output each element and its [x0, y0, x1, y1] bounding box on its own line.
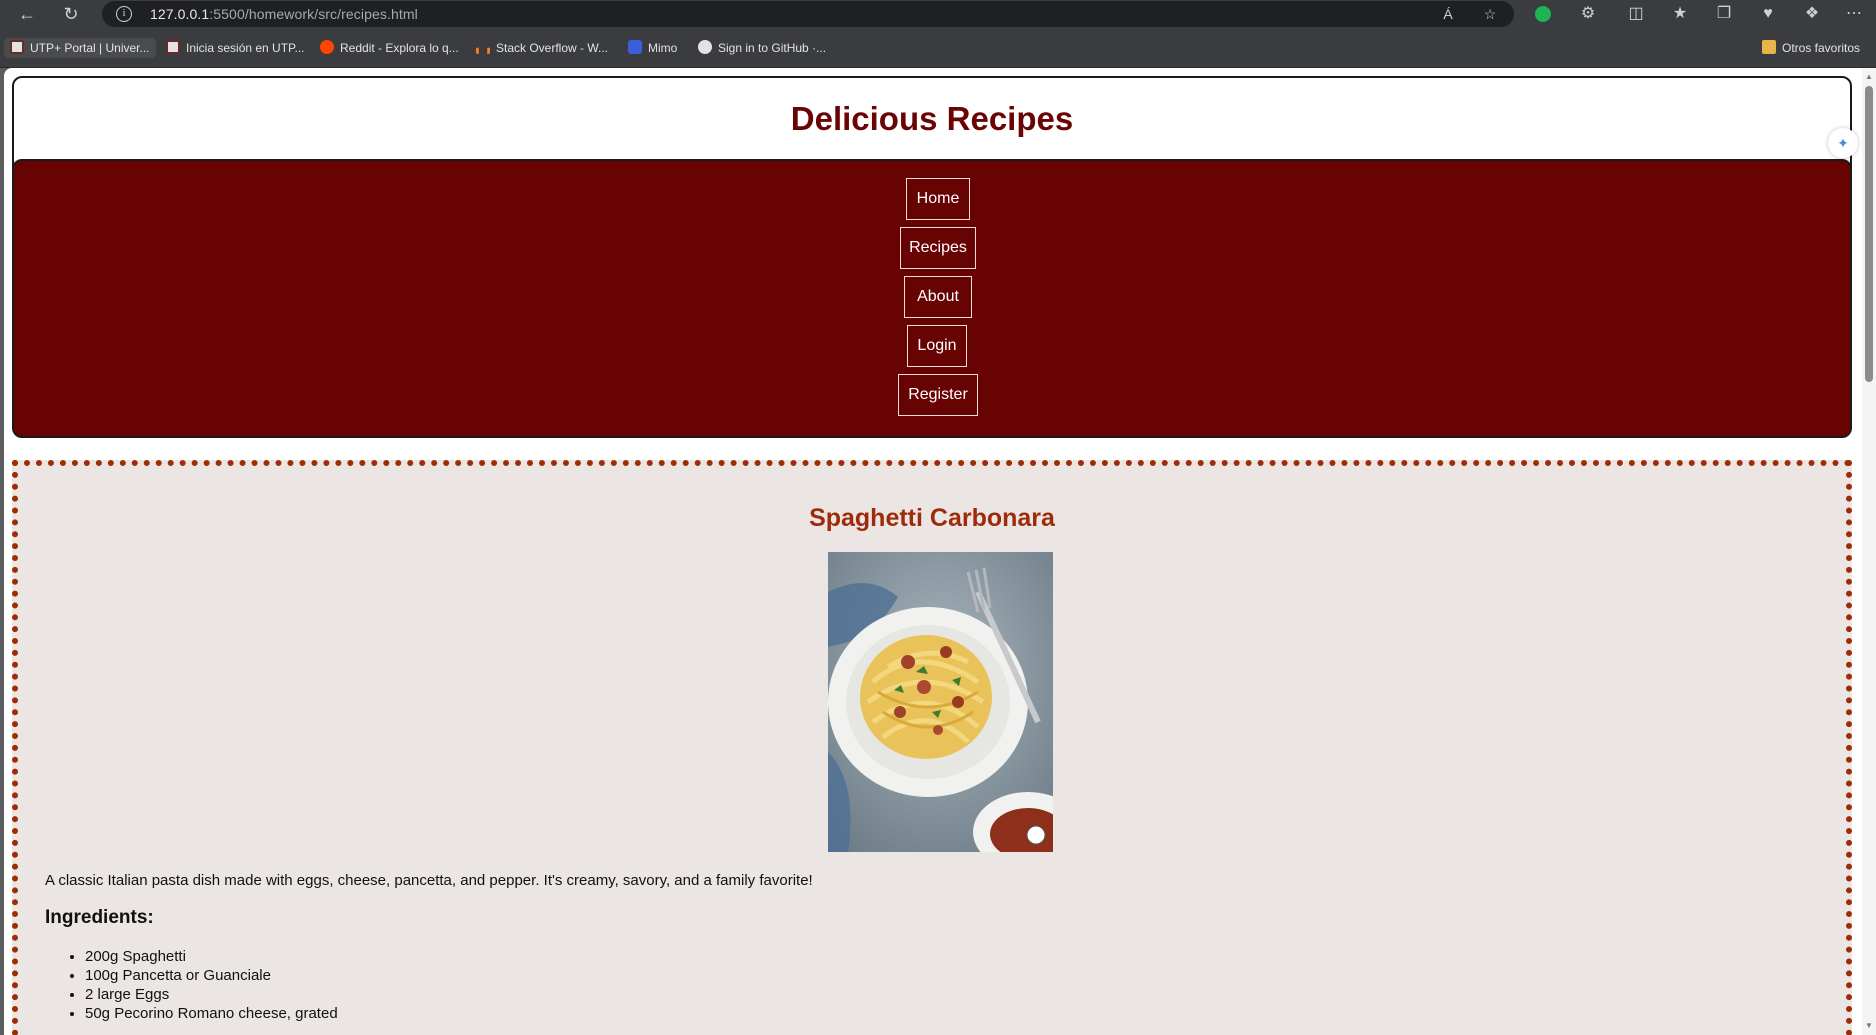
nav-register[interactable]: Register: [898, 374, 978, 416]
vertical-scrollbar[interactable]: ▲ ▼: [1862, 68, 1876, 1035]
page-viewport: Delicious Recipes Home Recipes About Log…: [4, 68, 1876, 1035]
bookmark-reddit[interactable]: Reddit - Explora lo q...: [320, 38, 459, 58]
recipe-title: Spaghetti Carbonara: [809, 504, 1055, 532]
list-item: 50g Pecorino Romano cheese, grated: [85, 1004, 338, 1023]
bookmark-github[interactable]: Sign in to GitHub ·...: [698, 38, 826, 58]
browser-essentials-icon[interactable]: ♥: [1754, 2, 1782, 26]
stackoverflow-icon: [476, 47, 490, 54]
list-item: 100g Pancetta or Guanciale: [85, 966, 338, 985]
reddit-icon: [320, 40, 334, 54]
bookmark-stackoverflow[interactable]: Stack Overflow - W...: [476, 38, 608, 58]
favorite-star-icon[interactable]: ☆: [1479, 4, 1501, 24]
folder-icon: [1762, 40, 1776, 54]
utp-icon: [10, 40, 24, 54]
site-title: Delicious Recipes: [790, 100, 1074, 137]
address-bar[interactable]: i 127.0.0.1:5500/homework/src/recipes.ht…: [102, 1, 1514, 27]
recipe-card: Spaghetti Carbonara A classic Italian pa…: [12, 460, 1852, 1035]
collections-icon[interactable]: ❐: [1710, 2, 1738, 26]
sidebar-extension-icon[interactable]: ✦: [1828, 128, 1858, 158]
bookmark-mimo[interactable]: Mimo: [628, 38, 677, 58]
ingredient-list: 200g Spaghetti 100g Pancetta or Guancial…: [85, 947, 338, 1023]
carbonara-photo-icon: [828, 552, 1053, 852]
extension-status-icon[interactable]: [1535, 6, 1551, 22]
scroll-down-icon[interactable]: ▼: [1864, 1021, 1874, 1031]
bookmark-utp-login[interactable]: Inicia sesión en UTP...: [166, 38, 305, 58]
mimo-icon: [628, 40, 642, 54]
extensions-icon[interactable]: ⚙: [1574, 2, 1602, 26]
main-nav: Home Recipes About Login Register: [12, 159, 1852, 438]
nav-about[interactable]: About: [904, 276, 972, 318]
nav-home[interactable]: Home: [906, 178, 970, 220]
scrollbar-thumb[interactable]: [1865, 86, 1873, 382]
browser-toolbar: ← ↻ i 127.0.0.1:5500/homework/src/recipe…: [0, 0, 1876, 28]
bookmarks-bar: UTP+ Portal | Univer... Inicia sesión en…: [0, 28, 1876, 68]
reload-icon[interactable]: ↻: [58, 2, 84, 26]
bookmark-utp-portal[interactable]: UTP+ Portal | Univer...: [4, 38, 156, 58]
nav-login[interactable]: Login: [907, 325, 967, 367]
nav-recipes[interactable]: Recipes: [900, 227, 976, 269]
favorites-icon[interactable]: ★: [1666, 2, 1694, 26]
copilot-icon[interactable]: ❖: [1798, 2, 1826, 26]
utp-icon: [166, 40, 180, 54]
split-screen-icon[interactable]: ◫: [1622, 2, 1650, 26]
ingredients-heading: Ingredients:: [45, 907, 154, 928]
scroll-up-icon[interactable]: ▲: [1864, 72, 1874, 82]
site-header: Delicious Recipes Home Recipes About Log…: [12, 76, 1852, 438]
more-menu-icon[interactable]: ⋯: [1840, 2, 1868, 26]
recipe-description: A classic Italian pasta dish made with e…: [45, 872, 813, 889]
site-info-icon[interactable]: i: [116, 6, 132, 22]
list-item: 200g Spaghetti: [85, 947, 338, 966]
read-aloud-icon[interactable]: Á: [1437, 4, 1459, 24]
recipe-image: [828, 552, 1053, 852]
other-favorites[interactable]: Otros favoritos: [1762, 38, 1860, 58]
back-icon[interactable]: ←: [14, 2, 40, 26]
url-text[interactable]: 127.0.0.1:5500/homework/src/recipes.html: [150, 6, 418, 22]
list-item: 2 large Eggs: [85, 985, 338, 1004]
github-icon: [698, 40, 712, 54]
